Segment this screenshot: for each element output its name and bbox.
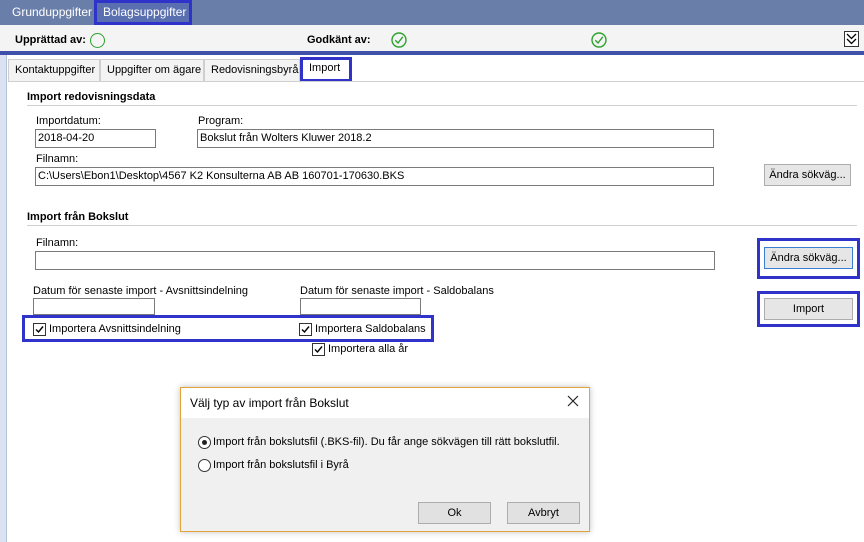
last-import-saldo-field <box>300 298 421 315</box>
import-saldo-label: Importera Saldobalans <box>315 323 426 335</box>
change-path-button[interactable]: Ändra sökväg... <box>764 164 851 186</box>
prepared-by-label: Upprättad av: <box>15 34 86 46</box>
dialog-title: Välj typ av import från Bokslut <box>190 396 349 410</box>
tab-uppgifter-om-agare[interactable]: Uppgifter om ägare <box>100 59 204 81</box>
bokslut-change-path-button[interactable]: Ändra sökväg... <box>764 247 853 269</box>
bokslut-filename-field[interactable] <box>35 251 715 270</box>
last-import-saldo-label: Datum för senaste import - Saldobalans <box>300 285 494 297</box>
section-divider <box>27 225 857 226</box>
tab-kontaktuppgifter[interactable]: Kontaktuppgifter <box>8 59 100 81</box>
import-all-years-label: Importera alla år <box>328 343 409 355</box>
tab-grunduppgifter[interactable]: Grunduppgifter <box>6 0 98 25</box>
approved-check-icon-2[interactable] <box>591 32 607 48</box>
close-icon[interactable] <box>566 394 580 408</box>
top-navigation-bar: Grunduppgifter Bolagsuppgifter <box>0 0 864 25</box>
radio-byra-file-label: Import från bokslutsfil i Byrå <box>213 459 349 471</box>
expand-button[interactable] <box>844 31 859 47</box>
import-avsnitt-label: Importera Avsnittsindelning <box>49 323 181 335</box>
import-date-label: Importdatum: <box>36 115 101 127</box>
bokslut-filename-label: Filnamn: <box>36 237 79 249</box>
tab-import[interactable]: Import <box>300 57 352 82</box>
radio-bks-file[interactable] <box>198 436 211 449</box>
radio-selected-dot <box>202 440 207 445</box>
import-all-years-checkbox[interactable] <box>312 343 325 356</box>
program-label: Program: <box>198 115 244 127</box>
import-data-title: Import redovisningsdata <box>27 91 156 103</box>
approved-check-icon[interactable] <box>391 32 407 48</box>
approved-by-label: Godkänt av: <box>307 34 371 46</box>
import-type-dialog: Välj typ av import från Bokslut Import f… <box>180 387 590 532</box>
import-saldo-checkbox[interactable] <box>299 323 312 336</box>
import-button[interactable]: Import <box>764 298 853 320</box>
status-bar: Upprättad av: Godkänt av: <box>0 25 864 55</box>
tab-bolagsuppgifter[interactable]: Bolagsuppgifter <box>94 0 192 25</box>
checkmark-icon <box>301 326 310 334</box>
left-edge-strip <box>0 55 7 542</box>
import-date-field[interactable]: 2018-04-20 <box>35 129 156 148</box>
bokslut-import-title: Import från Bokslut <box>27 211 129 223</box>
radio-bks-file-label: Import från bokslutsfil (.BKS-fil). Du f… <box>213 436 560 448</box>
filename-label: Filnamn: <box>36 153 79 165</box>
filename-field[interactable]: C:\Users\Ebon1\Desktop\4567 K2 Konsulter… <box>35 167 714 186</box>
tab-redovisningsbyra[interactable]: Redovisningsbyrå <box>204 59 300 81</box>
radio-byra-file[interactable] <box>198 459 211 472</box>
double-chevron-down-icon <box>846 33 857 45</box>
prepared-status-circle-icon[interactable] <box>90 33 105 48</box>
ok-button[interactable]: Ok <box>418 502 491 524</box>
dialog-title-bar: Välj typ av import från Bokslut <box>181 388 589 418</box>
last-import-avsnitt-field <box>33 298 155 315</box>
program-field[interactable]: Bokslut från Wolters Kluwer 2018.2 <box>197 129 714 148</box>
cancel-button[interactable]: Avbryt <box>507 502 580 524</box>
checkmark-icon <box>35 326 44 334</box>
import-avsnitt-checkbox[interactable] <box>33 323 46 336</box>
section-divider <box>27 105 857 106</box>
checkmark-icon <box>314 346 323 354</box>
last-import-avsnitt-label: Datum för senaste import - Avsnittsindel… <box>33 285 249 297</box>
